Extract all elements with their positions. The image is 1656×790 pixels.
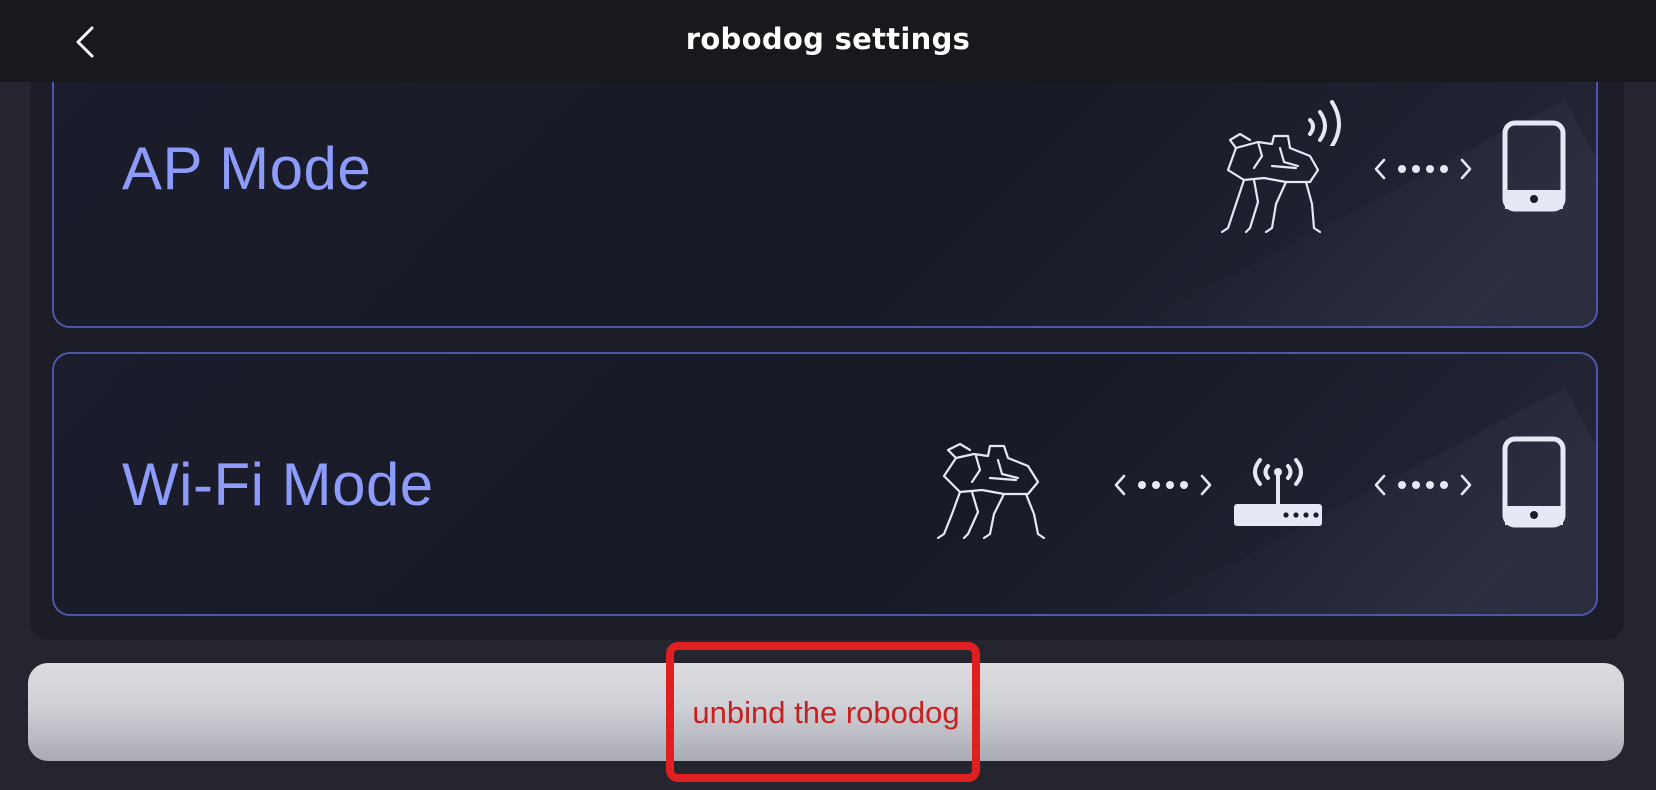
- wifi-mode-card[interactable]: Wi-Fi Mode: [52, 352, 1598, 616]
- connection-dots-icon: [1374, 474, 1472, 496]
- connection-modes-panel: AP Mode Wi-Fi Mode: [30, 60, 1624, 640]
- connection-dots-icon: [1374, 158, 1472, 180]
- robot-dog-icon: [936, 442, 1046, 540]
- router-icon: [1234, 458, 1322, 526]
- ap-mode-card[interactable]: AP Mode: [52, 60, 1598, 328]
- phone-icon: [1502, 436, 1566, 528]
- ap-mode-label: AP Mode: [122, 135, 372, 202]
- phone-icon: [1502, 120, 1566, 212]
- top-bar: robodog settings: [0, 0, 1656, 82]
- wireless-signal-icon: [1308, 100, 1341, 146]
- connection-dots-icon: [1114, 474, 1212, 496]
- page-title: robodog settings: [685, 22, 971, 56]
- unbind-button-label: unbind the robodog: [692, 695, 960, 730]
- settings-screen: robodog settings AP Mode Wi-Fi Mode unbi…: [0, 0, 1656, 790]
- wifi-mode-label: Wi-Fi Mode: [122, 451, 434, 518]
- unbind-robodog-button[interactable]: unbind the robodog: [28, 663, 1624, 761]
